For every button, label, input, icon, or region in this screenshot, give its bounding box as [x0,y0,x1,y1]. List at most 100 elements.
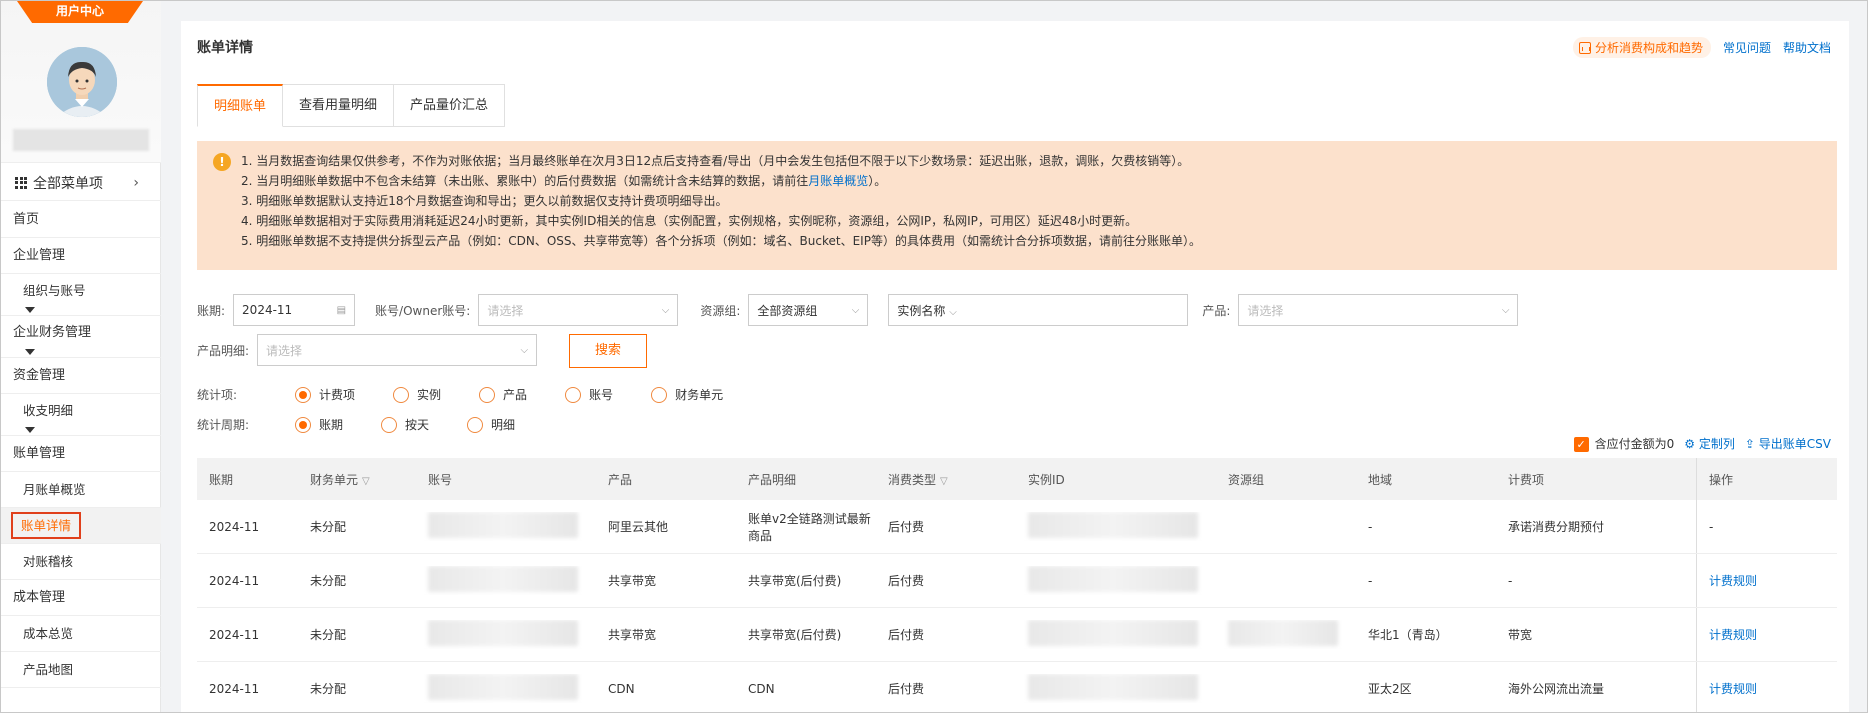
tab-detail-bill[interactable]: 明细账单 [197,84,284,127]
monthly-bill-link[interactable]: 月账单概览 [808,174,868,188]
radio-label: 产品 [503,388,528,402]
radio-dot [565,386,582,403]
sidebar-item-product-map[interactable]: 产品地图 [1,652,161,688]
sidebar-item-monthly-bill[interactable]: 月账单概览 [1,472,161,508]
sidebar-item-cost[interactable]: 成本管理 [1,580,161,616]
instance-name-value: 实例名称 ⌵ [897,302,956,319]
cell-text: - [1368,519,1373,534]
sidebar-item-label: 收支明细 [23,403,74,418]
cell-text: 2024-11 [209,519,260,534]
cell-text: 账单v2全链路测试最新商品 [748,511,871,543]
radio-stat-finance-unit[interactable]: 财务单元 [651,386,723,403]
table-cell [1016,512,1216,541]
table-cell: 2024-11 [197,682,298,696]
table-cell: - [1356,574,1496,588]
tab-product-price-summary[interactable]: 产品量价汇总 [394,84,506,127]
cell-text: 未分配 [310,520,347,534]
table-cell: 阿里云其他 [596,518,736,535]
cell-text: - [1508,573,1513,588]
radio-period-billing[interactable]: 账期 [295,416,343,433]
radio-label: 计费项 [319,388,356,402]
radio-period-detail[interactable]: 明细 [467,416,515,433]
filter-icon: ▽ [362,475,370,487]
cell-text: - [1709,519,1714,534]
radio-stat-product[interactable]: 产品 [479,386,527,403]
stat-period-label: 统计周期: [197,418,250,432]
sidebar-item-billing[interactable]: 账单管理 [1,436,161,472]
account-select[interactable]: 请选择 ⌵ [478,294,679,326]
tab-usage-detail[interactable]: 查看用量明细 [283,84,395,127]
sidebar-item-label: 首页 [13,212,40,227]
redacted-value [428,674,578,700]
sidebar-item-bill-details[interactable]: 账单详情 [1,508,161,544]
export-csv-button[interactable]: ⇪ 导出账单CSV [1745,435,1831,452]
customize-columns-button[interactable]: ⚙ 定制列 [1684,435,1735,452]
table-cell: CDN [736,682,876,696]
zero-amount-label: 含应付金额为0 [1594,437,1675,451]
radio-dot [381,416,398,433]
cell-text: 后付费 [888,520,925,534]
table-cell: 共享带宽 [596,626,736,643]
radio-stat-billing-item[interactable]: 计费项 [295,386,355,403]
cell-text: 2024-11 [209,573,260,588]
zero-amount-toggle[interactable]: ✓ 含应付金额为0 [1573,435,1675,452]
caret-down-icon [25,427,35,433]
col-header-consumption-type[interactable]: 消费类型 ▽ [876,471,1016,488]
checkbox-checked-icon: ✓ [1573,437,1589,452]
sidebar-item-cost-overview[interactable]: 成本总览 [1,616,161,652]
sidebar-item-enterprise-finance[interactable]: 企业财务管理 [1,316,161,358]
table-cell: 未分配 [298,626,416,643]
col-header-finance-unit[interactable]: 财务单元 ▽ [298,471,416,488]
sidebar-item-enterprise[interactable]: 企业管理 [1,238,161,274]
product-detail-select[interactable]: 请选择 ⌵ [257,334,538,366]
radio-period-daily[interactable]: 按天 [381,416,429,433]
account-placeholder: 请选择 [487,303,524,318]
table-cell [416,620,596,649]
table-body: 2024-11 未分配 阿里云其他 账单v2全链路测试最新商品 后付费 - 承诺消费分期预付… [197,500,1837,712]
billing-rule-link[interactable]: 计费规则 [1709,572,1757,589]
table-row: 2024-11 未分配 CDN CDN 后付费 亚太2区 海外公网流出流量 计费规则 [197,662,1837,712]
product-select[interactable]: 请选择 ⌵ [1238,294,1519,326]
sidebar-item-transactions[interactable]: 收支明细 [1,394,161,436]
export-csv-label: 导出账单CSV [1758,437,1831,451]
billing-rule-link[interactable]: 计费规则 [1709,680,1757,697]
sidebar-item-label: 资金管理 [13,368,66,383]
analyze-trend-button[interactable]: 分析消费构成和趋势 [1572,37,1711,58]
redacted-value [1028,674,1198,700]
faq-link[interactable]: 常见问题 [1723,39,1771,56]
product-detail-label: 产品明细: [197,343,250,358]
instance-name-select[interactable]: 实例名称 ⌵ [888,294,1189,326]
sidebar-item-org-accounts[interactable]: 组织与账号 [1,274,161,316]
stat-period-group: 统计周期: 账期 按天 明细 [197,416,553,433]
search-button[interactable]: 搜索 [569,334,647,368]
resource-group-select[interactable]: 全部资源组 ⌵ [748,294,869,326]
cell-text: 阿里云其他 [608,520,669,534]
user-center-banner: 用户中心 [17,1,143,23]
table-cell[interactable]: 计费规则 [1696,662,1797,712]
period-picker[interactable]: 2024-11 ▤ [233,294,356,326]
billing-rule-link[interactable]: 计费规则 [1709,626,1757,643]
cell-text: 后付费 [888,574,925,588]
chevron-right-icon: › [133,175,139,191]
col-header-label: 消费类型 [888,472,937,487]
radio-stat-instance[interactable]: 实例 [393,386,441,403]
table-cell [416,512,596,541]
cell-text: 共享带宽(后付费) [748,574,842,588]
notice-line: 3. 明细账单数据默认支持近18个月数据查询和导出；更久以前数据仅支持计费项明细… [241,194,728,208]
all-menu-button[interactable]: 全部菜单项 › [1,165,161,201]
radio-dot [393,386,410,403]
table-cell: 后付费 [876,626,1016,643]
notice-line: 2. 当月明细账单数据中不包含未结算（未出账、累账中）的后付费数据（如需统计含未… [241,171,1837,191]
sidebar-item-reconciliation[interactable]: 对账稽核 [1,544,161,580]
col-header: 操作 [1696,458,1797,500]
help-docs-link[interactable]: 帮助文档 [1783,39,1831,56]
product-placeholder: 请选择 [1247,303,1284,318]
sidebar-item-funds[interactable]: 资金管理 [1,358,161,394]
radio-stat-account[interactable]: 账号 [565,386,613,403]
table-cell: 2024-11 [197,628,298,642]
caret-down-icon [25,307,35,313]
table-cell[interactable]: 计费规则 [1696,608,1797,661]
avatar[interactable] [47,47,117,117]
table-cell[interactable]: 计费规则 [1696,554,1797,607]
sidebar-item-home[interactable]: 首页 [1,202,161,238]
